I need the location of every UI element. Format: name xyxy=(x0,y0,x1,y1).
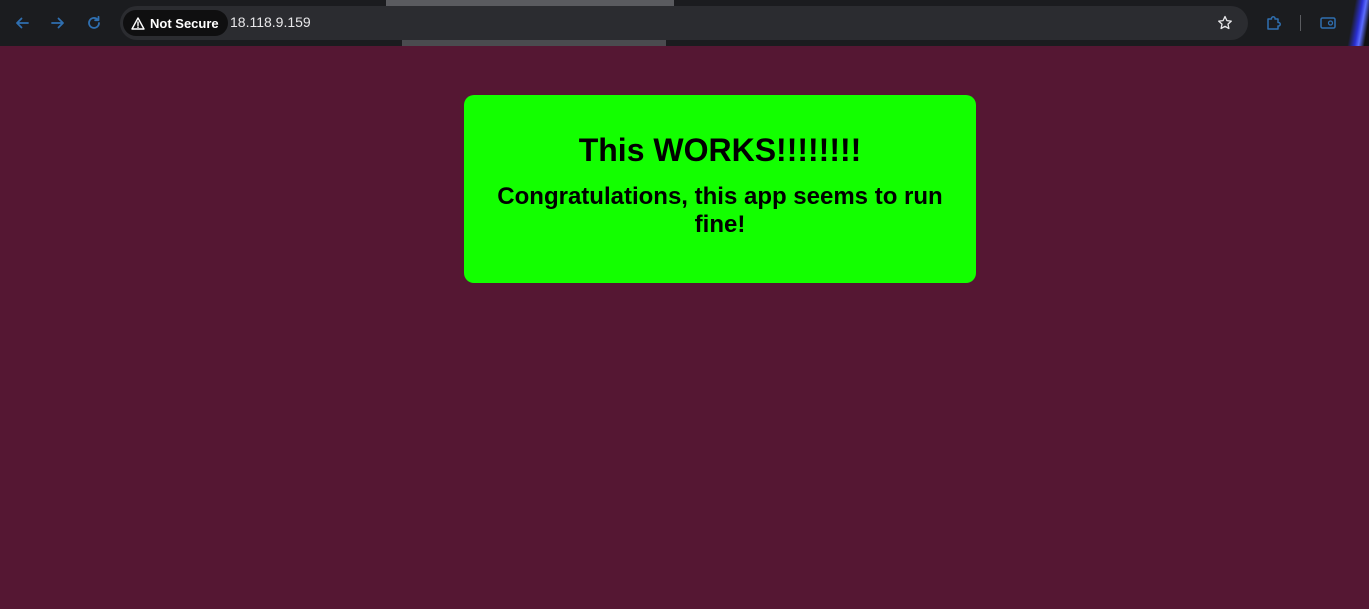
browser-toolbar: Not Secure 18.118.9.159 xyxy=(0,0,1369,46)
profile-icon xyxy=(1320,17,1336,29)
arrow-right-icon xyxy=(51,17,64,29)
puzzle-icon xyxy=(1267,16,1281,30)
back-button[interactable] xyxy=(10,11,34,35)
security-indicator[interactable]: Not Secure xyxy=(123,10,228,36)
profile-button[interactable] xyxy=(1316,11,1340,35)
page-content: This WORKS!!!!!!!! Congratulations, this… xyxy=(0,46,1369,609)
extensions-button[interactable] xyxy=(1262,11,1286,35)
success-card: This WORKS!!!!!!!! Congratulations, this… xyxy=(464,95,976,283)
star-icon xyxy=(1218,15,1232,30)
page-heading: This WORKS!!!!!!!! xyxy=(578,132,862,168)
bookmark-button[interactable] xyxy=(1214,12,1236,34)
toolbar-divider xyxy=(1300,15,1301,31)
arrow-left-icon xyxy=(16,17,29,29)
success-message: Congratulations, this app seems to run f… xyxy=(497,183,943,238)
reload-icon xyxy=(88,15,100,29)
url-text[interactable]: 18.118.9.159 xyxy=(230,14,311,30)
forward-button[interactable] xyxy=(46,11,70,35)
security-label: Not Secure xyxy=(150,15,219,31)
address-bar[interactable]: Not Secure 18.118.9.159 xyxy=(120,6,1248,40)
reload-button[interactable] xyxy=(82,11,106,35)
warning-triangle-icon xyxy=(131,16,145,30)
